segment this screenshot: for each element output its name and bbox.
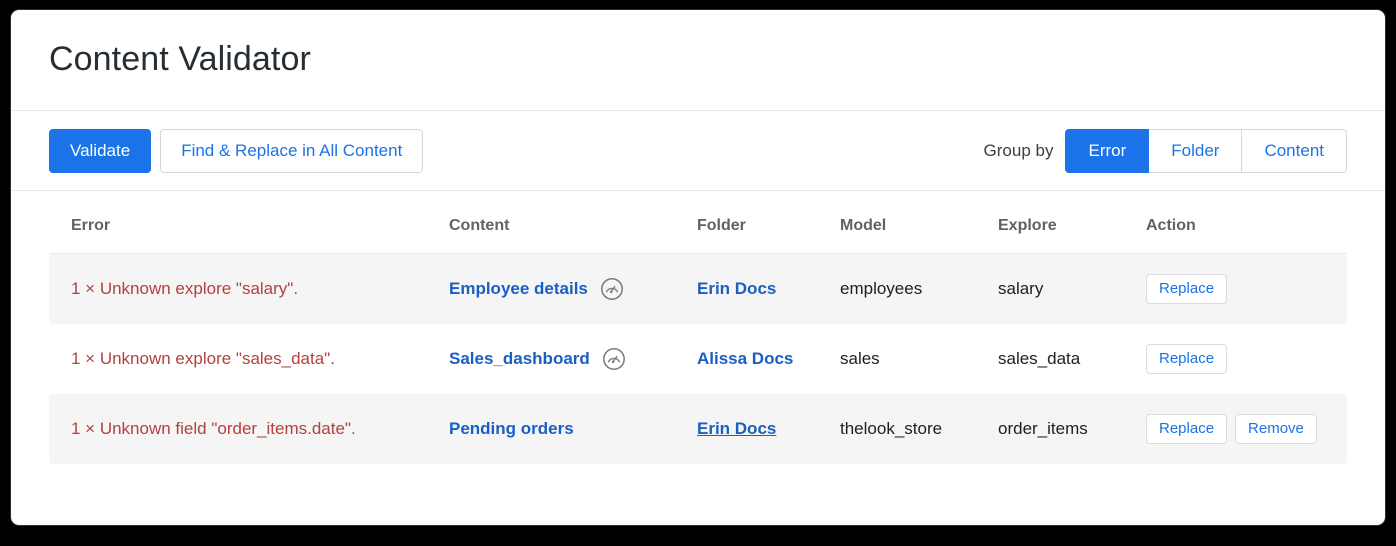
- table-row: 1 × Unknown explore "sales_data". Sales_d…: [49, 324, 1347, 394]
- dashboard-gauge-icon: [602, 347, 626, 371]
- cell-folder: Erin Docs: [697, 394, 840, 464]
- remove-button[interactable]: Remove: [1235, 414, 1317, 444]
- model-name: thelook_store: [840, 419, 942, 438]
- model-name: employees: [840, 279, 922, 298]
- dashboard-gauge-icon: [600, 277, 624, 301]
- content-link[interactable]: Sales_dashboard: [449, 349, 590, 369]
- explore-name: sales_data: [998, 349, 1080, 368]
- error-message: 1 × Unknown field "order_items.date".: [71, 419, 356, 438]
- replace-button[interactable]: Replace: [1146, 414, 1227, 444]
- column-header-explore: Explore: [998, 191, 1146, 254]
- cell-action: Replace Remove: [1146, 394, 1347, 464]
- cell-model: thelook_store: [840, 394, 998, 464]
- group-by-option-content[interactable]: Content: [1242, 129, 1347, 173]
- group-by-label: Group by: [984, 141, 1054, 161]
- cell-error: 1 × Unknown explore "sales_data".: [49, 324, 449, 394]
- cell-content: Pending orders: [449, 394, 697, 464]
- cell-folder: Alissa Docs: [697, 324, 840, 394]
- cell-explore: sales_data: [998, 324, 1146, 394]
- cell-action: Replace: [1146, 254, 1347, 324]
- action-buttons: Replace: [1146, 344, 1347, 374]
- folder-link[interactable]: Erin Docs: [697, 279, 776, 298]
- folder-link[interactable]: Erin Docs: [697, 419, 776, 438]
- find-replace-button[interactable]: Find & Replace in All Content: [160, 129, 423, 173]
- action-buttons: Replace: [1146, 274, 1347, 304]
- explore-name: order_items: [998, 419, 1088, 438]
- cell-error: 1 × Unknown explore "salary".: [49, 254, 449, 324]
- toolbar-actions: Validate Find & Replace in All Content: [49, 129, 423, 173]
- group-by-option-folder[interactable]: Folder: [1149, 129, 1242, 173]
- action-buttons: Replace Remove: [1146, 414, 1347, 444]
- column-header-error: Error: [49, 191, 449, 254]
- cell-explore: salary: [998, 254, 1146, 324]
- cell-model: sales: [840, 324, 998, 394]
- error-message: 1 × Unknown explore "sales_data".: [71, 349, 335, 368]
- card-header: Content Validator: [11, 10, 1385, 111]
- group-by-control: Group by Error Folder Content: [984, 129, 1347, 173]
- cell-content: Employee details: [449, 254, 697, 324]
- column-header-folder: Folder: [697, 191, 840, 254]
- column-header-action: Action: [1146, 191, 1347, 254]
- page-title: Content Validator: [49, 41, 311, 78]
- cell-action: Replace: [1146, 324, 1347, 394]
- error-message: 1 × Unknown explore "salary".: [71, 279, 298, 298]
- cell-content: Sales_dashboard: [449, 324, 697, 394]
- cell-folder: Erin Docs: [697, 254, 840, 324]
- replace-button[interactable]: Replace: [1146, 274, 1227, 304]
- model-name: sales: [840, 349, 880, 368]
- group-by-segmented: Error Folder Content: [1065, 129, 1347, 173]
- column-header-content: Content: [449, 191, 697, 254]
- table-head: Error Content Folder Model Explore Actio…: [49, 191, 1347, 254]
- content-link[interactable]: Pending orders: [449, 419, 574, 439]
- toolbar: Validate Find & Replace in All Content G…: [11, 111, 1385, 191]
- replace-button[interactable]: Replace: [1146, 344, 1227, 374]
- content-link[interactable]: Employee details: [449, 279, 588, 299]
- validation-results-table: Error Content Folder Model Explore Actio…: [49, 191, 1347, 464]
- explore-name: salary: [998, 279, 1043, 298]
- validate-button[interactable]: Validate: [49, 129, 151, 173]
- cell-explore: order_items: [998, 394, 1146, 464]
- folder-link[interactable]: Alissa Docs: [697, 349, 793, 368]
- table-row: 1 × Unknown field "order_items.date". Pen…: [49, 394, 1347, 464]
- table-header-row: Error Content Folder Model Explore Actio…: [49, 191, 1347, 254]
- column-header-model: Model: [840, 191, 998, 254]
- cell-error: 1 × Unknown field "order_items.date".: [49, 394, 449, 464]
- validation-results-table-wrapper: Error Content Folder Model Explore Actio…: [11, 191, 1385, 464]
- table-row: 1 × Unknown explore "salary". Employee de…: [49, 254, 1347, 324]
- cell-model: employees: [840, 254, 998, 324]
- content-validator-card: Content Validator Validate Find & Replac…: [10, 9, 1386, 526]
- group-by-option-error[interactable]: Error: [1065, 129, 1149, 173]
- table-body: 1 × Unknown explore "salary". Employee de…: [49, 254, 1347, 464]
